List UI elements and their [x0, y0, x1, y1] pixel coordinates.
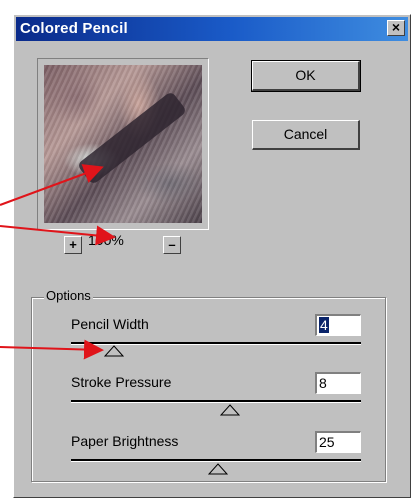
annotation-arrow-preview [0, 164, 104, 206]
annotation-arrow-zoom [0, 225, 116, 246]
annotation-arrows [0, 164, 116, 360]
annotation-arrow-pencil-width [0, 339, 104, 360]
